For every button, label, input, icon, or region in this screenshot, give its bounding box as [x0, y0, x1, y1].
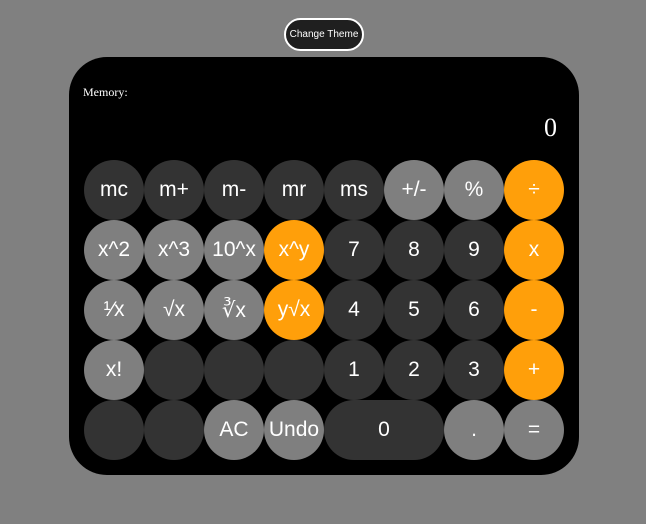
- memory-recall-button[interactable]: mr: [264, 160, 324, 220]
- memory-label: Memory:: [83, 85, 128, 99]
- memory-add-button[interactable]: m+: [144, 160, 204, 220]
- square-button[interactable]: x^2: [84, 220, 144, 280]
- digit-8-button[interactable]: 8: [384, 220, 444, 280]
- square-root-button[interactable]: √x: [144, 280, 204, 340]
- subtract-button[interactable]: -: [504, 280, 564, 340]
- digit-9-button[interactable]: 9: [444, 220, 504, 280]
- cube-root-button[interactable]: ∛x: [204, 280, 264, 340]
- blank-key[interactable]: [144, 400, 204, 460]
- ten-power-button[interactable]: 10^x: [204, 220, 264, 280]
- blank-key[interactable]: [264, 340, 324, 400]
- toggle-sign-button[interactable]: +/-: [384, 160, 444, 220]
- multiply-button[interactable]: x: [504, 220, 564, 280]
- decimal-button[interactable]: .: [444, 400, 504, 460]
- undo-button[interactable]: Undo: [264, 400, 324, 460]
- percent-button[interactable]: %: [444, 160, 504, 220]
- blank-key[interactable]: [84, 400, 144, 460]
- digit-3-button[interactable]: 3: [444, 340, 504, 400]
- blank-key[interactable]: [144, 340, 204, 400]
- blank-key[interactable]: [204, 340, 264, 400]
- digit-6-button[interactable]: 6: [444, 280, 504, 340]
- digit-4-button[interactable]: 4: [324, 280, 384, 340]
- y-root-x-button[interactable]: y√x: [264, 280, 324, 340]
- add-button[interactable]: +: [504, 340, 564, 400]
- factorial-button[interactable]: x!: [84, 340, 144, 400]
- equals-button[interactable]: =: [504, 400, 564, 460]
- cube-button[interactable]: x^3: [144, 220, 204, 280]
- all-clear-button[interactable]: AC: [204, 400, 264, 460]
- display-value: 0: [544, 113, 557, 142]
- keypad: mc m+ m- mr ms +/- % ÷ x^2 x^3 10^x x^y …: [84, 160, 564, 460]
- digit-5-button[interactable]: 5: [384, 280, 444, 340]
- digit-1-button[interactable]: 1: [324, 340, 384, 400]
- memory-subtract-button[interactable]: m-: [204, 160, 264, 220]
- calculator-panel: Memory: 0 mc m+ m- mr ms +/- % ÷ x^2 x^3…: [69, 57, 579, 475]
- memory-clear-button[interactable]: mc: [84, 160, 144, 220]
- divide-button[interactable]: ÷: [504, 160, 564, 220]
- digit-7-button[interactable]: 7: [324, 220, 384, 280]
- memory-store-button[interactable]: ms: [324, 160, 384, 220]
- x-power-y-button[interactable]: x^y: [264, 220, 324, 280]
- reciprocal-button[interactable]: ¹⁄x: [84, 280, 144, 340]
- digit-2-button[interactable]: 2: [384, 340, 444, 400]
- digit-0-button[interactable]: 0: [324, 400, 444, 460]
- change-theme-button[interactable]: Change Theme: [284, 18, 364, 51]
